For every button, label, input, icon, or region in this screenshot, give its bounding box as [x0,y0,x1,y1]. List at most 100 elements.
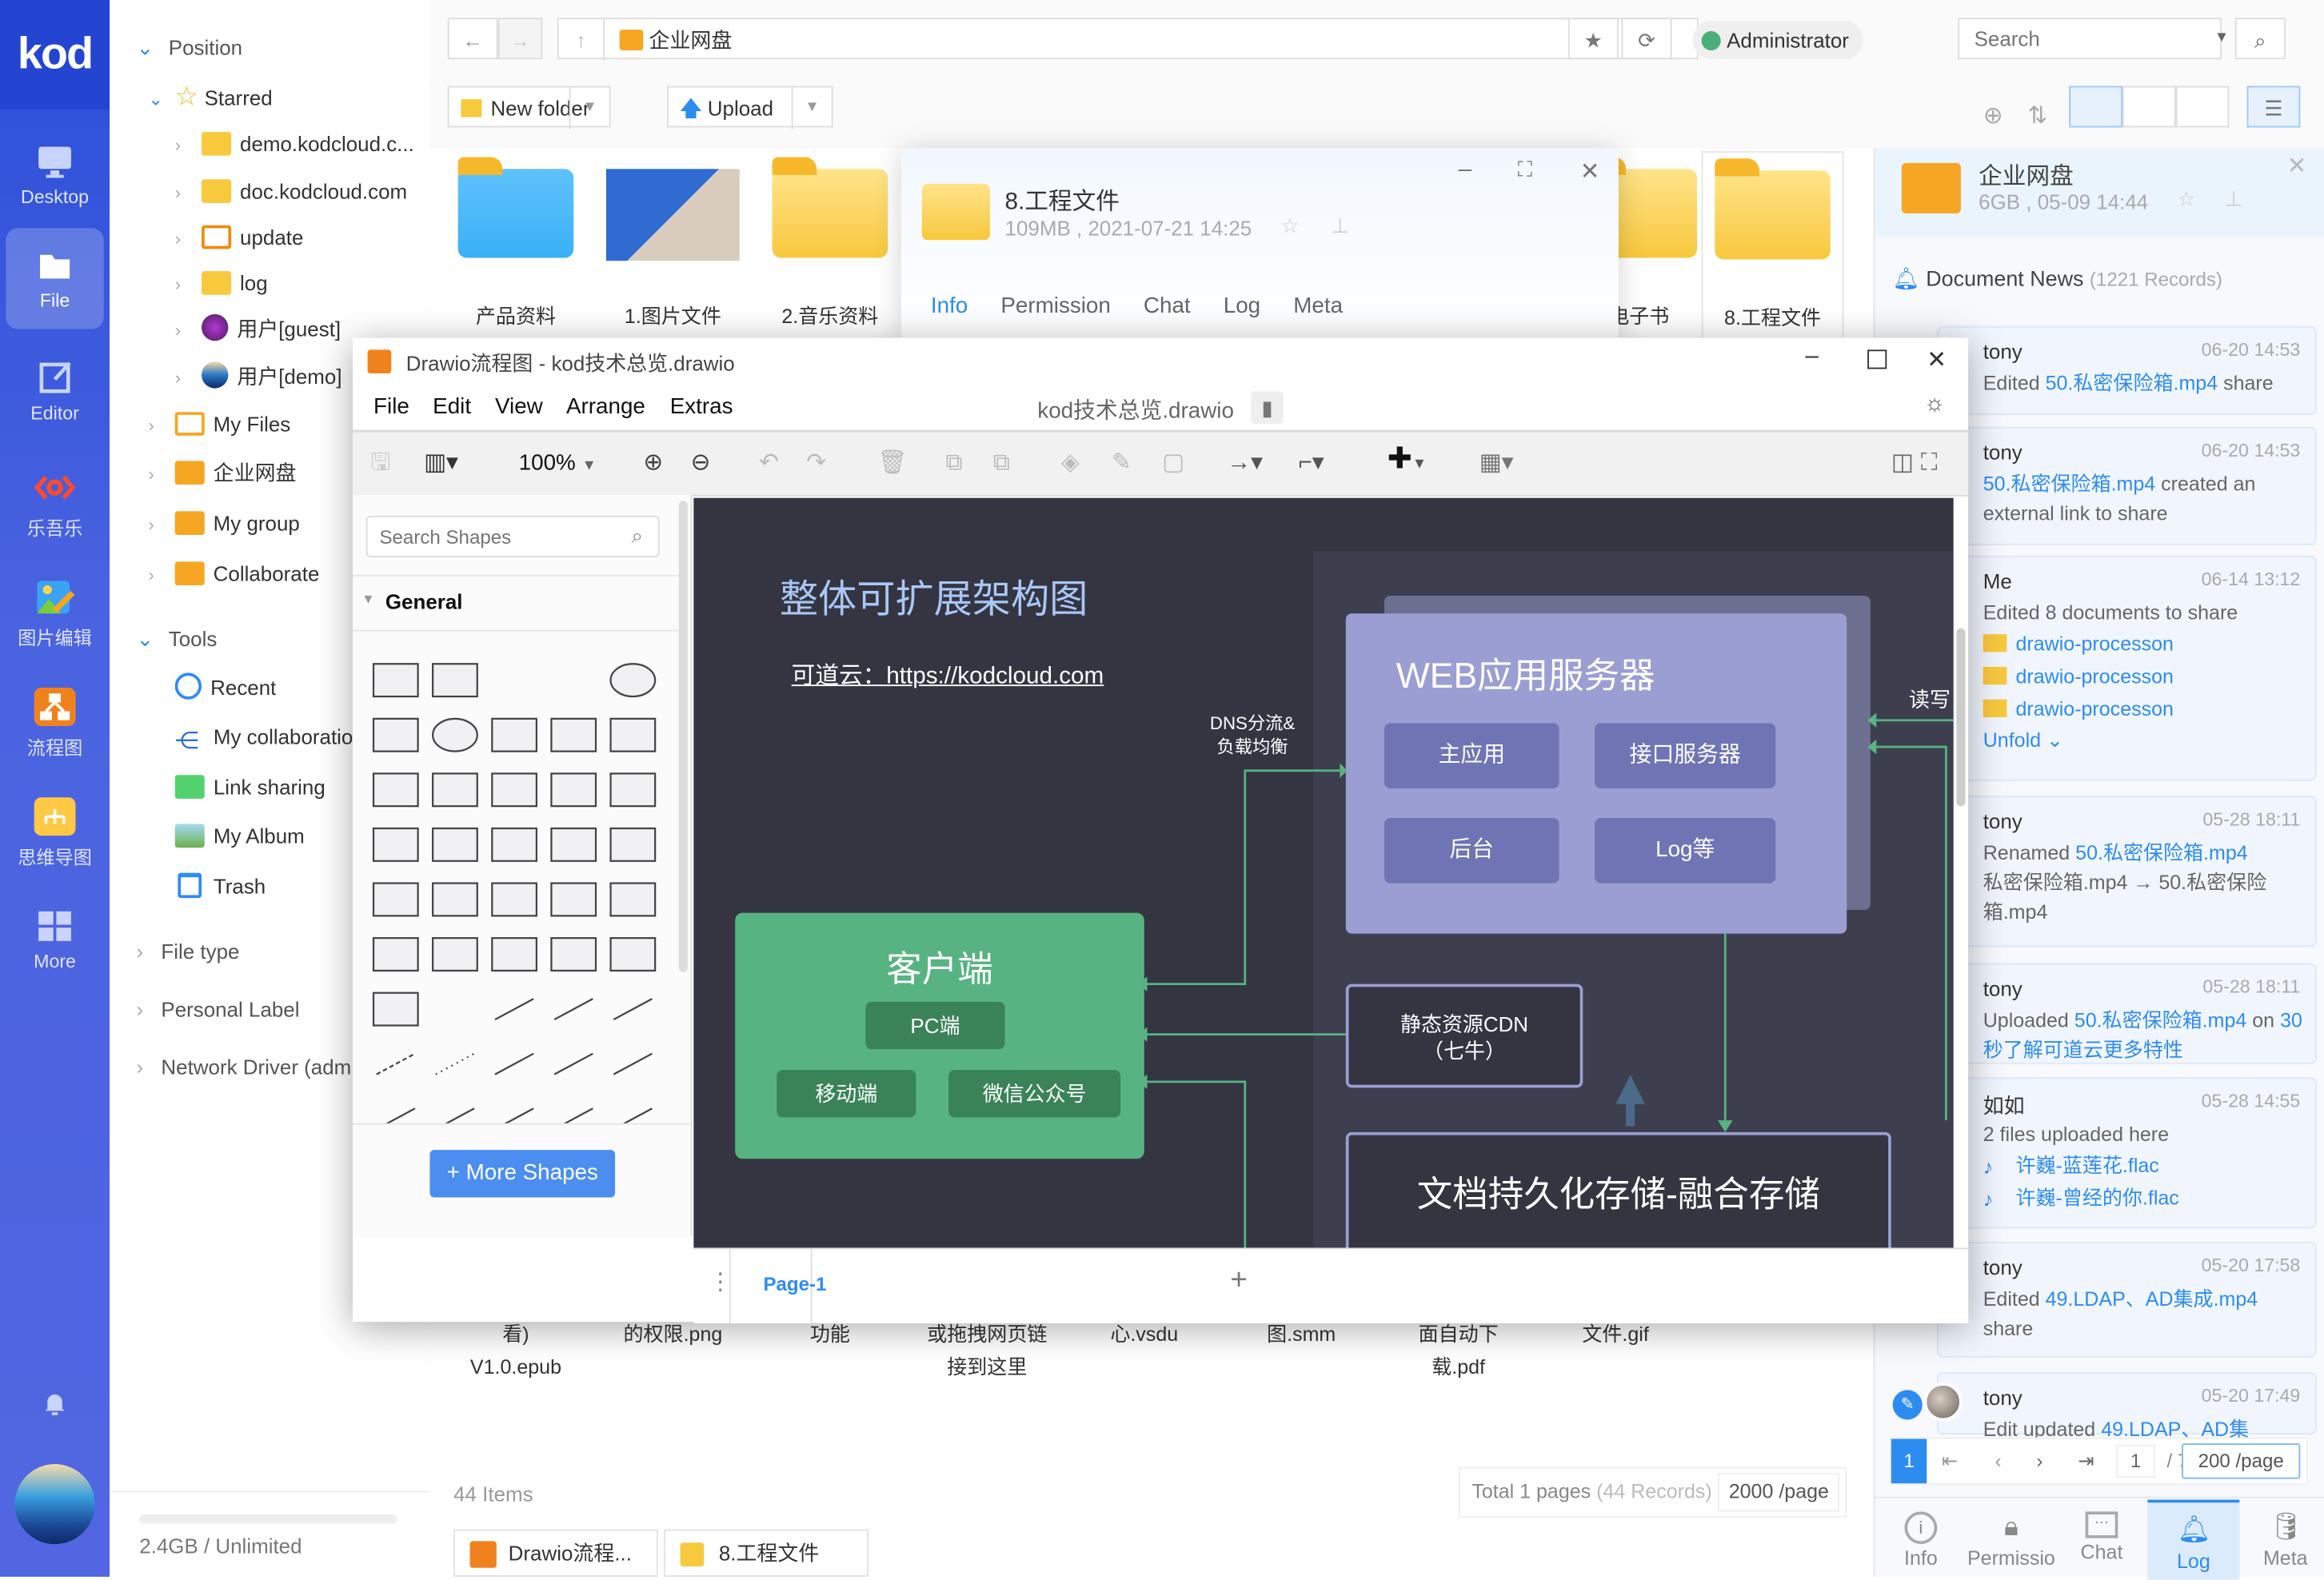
chevron-down-icon[interactable]: ▼ [569,87,609,130]
news-file-link[interactable]: 49.LDAP、AD集成.mp4 [2046,1288,2258,1311]
general-section-header[interactable]: ▼ General [353,575,679,632]
star-button[interactable]: ★ [1567,18,1619,60]
shadow-icon[interactable]: ▢ [1162,448,1184,481]
shape-diamond[interactable] [550,717,597,752]
fullscreen-icon[interactable]: ⛶ [1518,157,1532,182]
refresh-button[interactable]: ⟳ [1621,18,1672,60]
breadcrumb-item[interactable]: 企业网盘 [649,28,733,52]
shape-internal-storage[interactable] [372,827,419,862]
shape-card[interactable] [432,882,478,917]
file-item[interactable]: 功能 [756,1319,904,1351]
shape-rounded-rect[interactable] [432,663,478,698]
file-item[interactable]: 的权限.png [599,1319,747,1351]
shape-frame[interactable] [550,937,597,972]
tree-item[interactable]: › doc.kodcloud.com [175,174,407,209]
add-page-icon[interactable]: + [1230,1264,1248,1299]
pin-icon[interactable]: ⊥ [2225,187,2243,213]
zoom-in-icon[interactable]: ⊕ [643,448,663,481]
grid-view-button[interactable] [2069,86,2122,128]
file-item[interactable]: 看) V1.0.epub [441,1319,589,1384]
news-item[interactable]: tony 05-28 18:11 Renamed 50.私密保险箱.mp4 私密保险箱… [1923,796,2317,948]
search-dropdown-icon[interactable]: ▼ [2214,30,2229,46]
shape-list[interactable] [372,991,419,1027]
shape-cloud[interactable] [550,772,597,808]
undo-icon[interactable]: ↶ [759,448,779,481]
menu-arrange[interactable]: Arrange [566,394,645,420]
shape-text[interactable] [492,664,537,696]
pager-current[interactable]: 1 [1891,1438,1927,1484]
shape-note[interactable] [372,882,419,917]
split-view-button[interactable] [2175,86,2230,128]
tree-my-album[interactable]: My Album [174,818,305,853]
file-item[interactable]: 心.vsdu [1070,1319,1218,1351]
appbar-file[interactable]: File [6,228,104,329]
file-item[interactable]: 1.图片文件 [599,169,747,329]
pager-input[interactable]: 1 [2116,1444,2155,1478]
shape-dotted-line[interactable] [433,1047,477,1080]
panel-tab-info[interactable]: i Info [1875,1500,1967,1577]
shape-and[interactable] [372,937,419,972]
news-file-link[interactable]: 50.私密保险箱.mp4 [2075,842,2248,864]
user-badge[interactable]: Administrator [1692,20,1864,60]
file-item[interactable]: 或拖拽网页链 接到这里 [913,1319,1061,1384]
news-item[interactable]: tony 06-20 14:53 50.私密保险箱.mp4 created an e… [1923,426,2317,546]
save-icon[interactable]: 🖫 [370,448,390,481]
tab-chat[interactable]: Chat [1144,293,1191,319]
shape-bidirectional-arrow[interactable] [551,993,596,1026]
connection-icon[interactable]: →▾ [1228,448,1264,481]
more-shapes-button[interactable]: + More Shapes [429,1150,616,1198]
new-folder-button[interactable]: New folder ▼ [447,86,611,130]
shape-triangle[interactable] [432,772,478,808]
back-button[interactable]: ← [447,18,498,60]
table-icon[interactable]: ▦▾ [1479,448,1514,481]
news-item[interactable]: tony 05-20 17:49 Edit updated 49.LDAP、AD集 [1923,1372,2317,1440]
shape-tape[interactable] [609,827,657,862]
shape-parallelogram[interactable] [609,717,657,752]
chevron-down-icon[interactable]: ▼ [791,87,832,130]
tree-enterprise-disk[interactable]: › 企业网盘 [148,455,296,490]
star-icon[interactable]: ☆ [2177,187,2195,213]
file-item[interactable]: 文件.gif [1541,1319,1689,1351]
close-icon[interactable]: ✕ [1927,345,1947,375]
user-avatar[interactable] [14,1464,95,1545]
close-icon[interactable]: ✕ [2287,151,2307,181]
tab-log[interactable]: Log [1224,293,1260,319]
pager-prev-icon[interactable]: ‹ [1995,1439,2002,1484]
tree-item[interactable]: › demo.kodcloud.c... [175,126,430,162]
tree-recent[interactable]: Recent [174,670,276,705]
file-item[interactable]: 产品资料 [441,157,589,329]
theme-sun-icon[interactable]: ☼ [1924,391,1946,417]
upload-button[interactable]: 🡅 Upload ▼ [666,86,833,130]
zoom-out-icon[interactable]: ⊖ [691,448,711,481]
close-icon[interactable]: ✕ [1580,157,1600,186]
kod-logo[interactable]: kod [0,0,110,110]
news-file-link[interactable]: 50.私密保险箱.mp4 [2046,372,2218,394]
appbar-mindmap[interactable]: 思维导图 [6,780,103,880]
tree-item[interactable]: › update [175,219,303,254]
shape-actor[interactable] [550,882,597,917]
file-item-selected[interactable]: 8.工程文件 [1701,151,1844,362]
shape-rectangle[interactable] [372,663,419,698]
appbar-image-edit[interactable]: 图片编辑 [6,561,103,661]
news-item[interactable]: Me 06-14 13:12 Edited 8 documents to share… [1923,555,2317,781]
unfold-link[interactable]: Unfold ⌄ [1983,726,2303,756]
shape-arrow[interactable] [611,993,656,1026]
tree-link-sharing[interactable]: Link sharing [174,769,325,804]
panel-tab-log[interactable]: 🔔︎ Log [2147,1499,2240,1580]
news-file-link[interactable]: drawio-processon [2015,665,2173,688]
news-file-link[interactable]: 50.私密保险箱.mp4 [2074,1009,2247,1031]
tab-meta[interactable]: Meta [1293,293,1343,319]
zoom-in-icon[interactable]: ⊕ [1983,101,2003,130]
pager-first-icon[interactable]: ⇤ [1942,1439,1958,1484]
shape-process[interactable] [491,717,538,752]
format-toggle-icon[interactable]: ◫ [1891,448,1914,481]
search-input[interactable] [1958,18,2222,60]
pager-per-page[interactable]: 200 /page [2182,1443,2301,1479]
forward-button[interactable]: → [497,18,543,60]
file-item[interactable]: 图.smm [1228,1319,1376,1351]
panel-tab-permission[interactable]: 🔒︎ Permissio [1964,1500,2059,1577]
news-file-link[interactable]: drawio-processon [2015,632,2173,655]
notification-bell-icon[interactable] [42,1390,68,1416]
minimize-icon[interactable]: – [1459,157,1472,183]
news-item[interactable]: tony 05-28 18:11 Uploaded 50.私密保险箱.mp4 on … [1923,963,2317,1064]
